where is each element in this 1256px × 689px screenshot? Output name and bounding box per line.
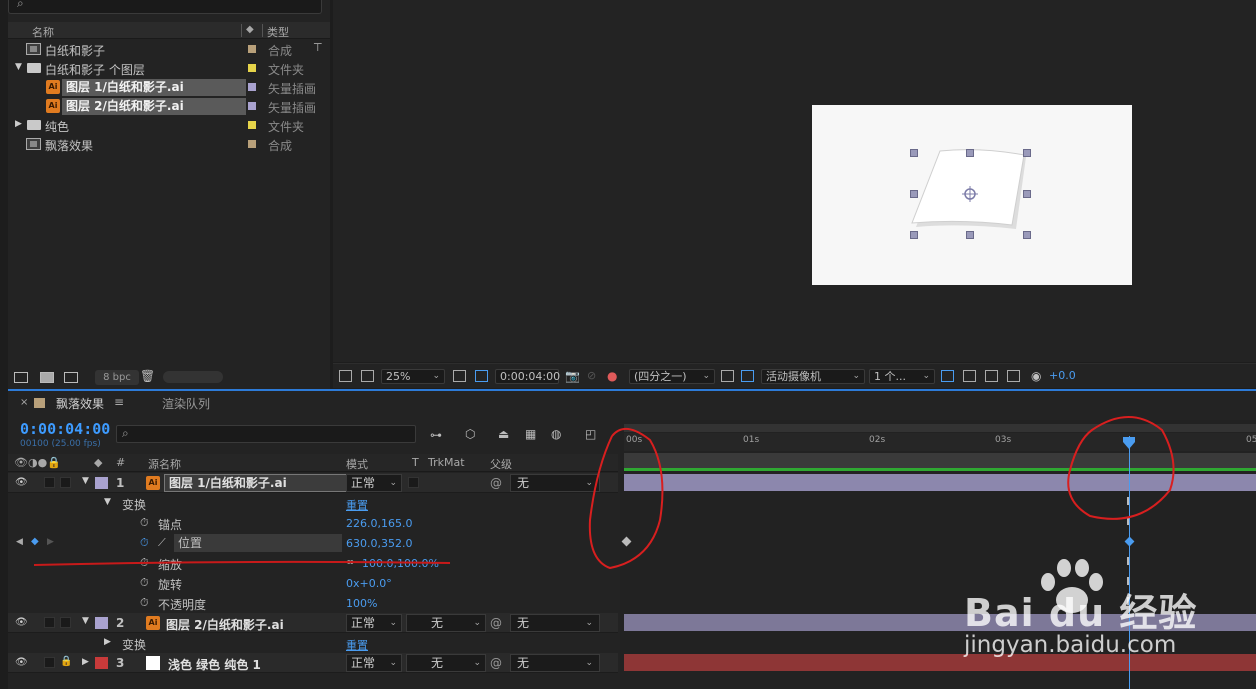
watermark-logo: Bai du 经验 <box>964 591 1198 635</box>
watermark-url: jingyan.baidu.com <box>964 632 1177 658</box>
